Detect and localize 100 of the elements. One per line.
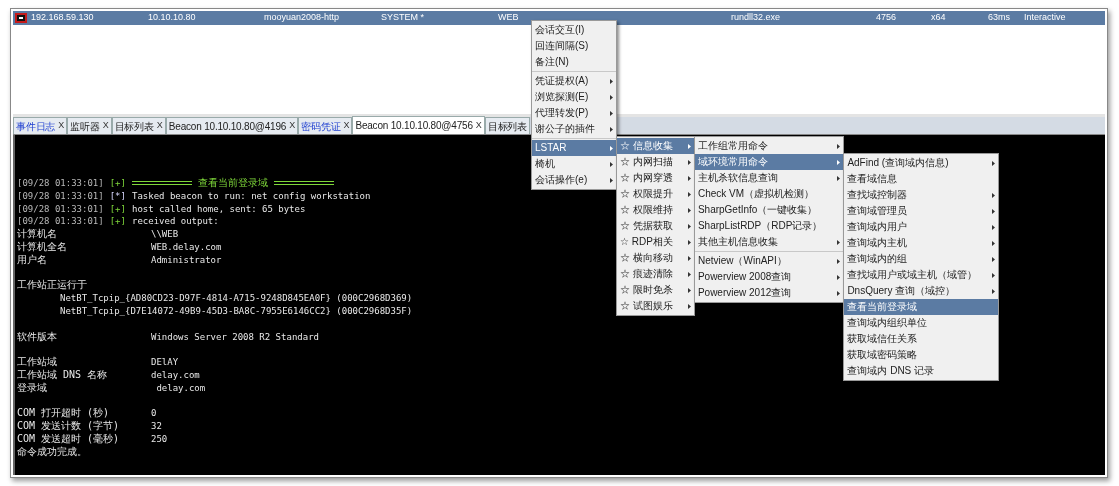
menu-item[interactable]: ☆ 权限维持 — [617, 202, 694, 218]
menu-item[interactable]: 工作组常用命令 — [694, 138, 844, 154]
output-label: COM 发送计数 (字节) — [17, 420, 120, 432]
menu-item[interactable]: 查询域内主机 — [844, 235, 999, 251]
close-tab-button[interactable]: X — [156, 119, 163, 133]
menu-item[interactable]: 查询域内组织单位 — [844, 315, 999, 331]
menu-item[interactable]: 查找域控制器 — [844, 187, 999, 203]
menu-item[interactable]: ☆ 内网扫描 — [617, 154, 694, 170]
log-message: Tasked beacon to run: net config workstation — [131, 189, 371, 203]
output-value: 250 — [151, 432, 168, 446]
log-banner-title: 查看当前登录域 — [197, 177, 268, 190]
output-label: 计算机全名 — [17, 241, 67, 252]
table-cell: 10.10.10.80 — [148, 12, 196, 23]
menu-item[interactable]: 查看当前登录域 — [844, 299, 999, 315]
output-value: 32 — [151, 420, 162, 433]
menu-item[interactable]: 备注(N) — [532, 54, 616, 70]
output-value: Administrator — [151, 253, 222, 267]
table-cell: x64 — [931, 12, 946, 23]
log-marker: [+] — [109, 215, 126, 229]
menu-item[interactable]: 其他主机信息收集 — [694, 234, 844, 250]
menu-item[interactable]: ☆ 凭据获取 — [617, 218, 694, 234]
output-label: 登录域 — [17, 381, 47, 393]
output-label: 工作站域 DNS 名称 — [17, 368, 108, 380]
log-timestamp: [09/28 01:33:01] — [17, 189, 104, 203]
output-text: NetBT_Tcpip_{AD80CD23-D97F-4814-A715-9248D845EA0F} (000C2968D369) — [60, 293, 413, 304]
tab[interactable]: Beacon 10.10.10.80@4756 X — [352, 116, 485, 134]
output-label: 软件版本 — [17, 330, 57, 342]
menu-item[interactable]: 椅机 — [532, 156, 616, 172]
tab-label: 监听器 — [70, 119, 100, 134]
log-message: host called home, sent: 65 bytes — [131, 202, 306, 216]
menu-item[interactable]: SharpListRDP（RDP记录） — [694, 218, 844, 234]
log-timestamp: [09/28 01:33:01] — [17, 177, 104, 190]
menu-item[interactable]: ☆ 权限提升 — [617, 186, 694, 202]
menu-item[interactable]: 获取域信任关系 — [844, 331, 999, 347]
menu-item[interactable]: 代理转发(P) — [532, 105, 616, 121]
tab[interactable]: 监听器 X — [67, 117, 112, 134]
log-marker: [+] — [109, 177, 126, 190]
close-tab-button[interactable]: X — [343, 119, 350, 133]
tab[interactable]: Beacon 10.10.10.80@4196 X — [165, 117, 299, 134]
menu-item[interactable]: DnsQuery 查询（域控） — [844, 283, 999, 299]
close-tab-button[interactable]: X — [289, 119, 296, 133]
menu-item[interactable]: 会话交互(I) — [532, 22, 616, 38]
menu-item[interactable]: ☆ 试图娱乐 — [617, 298, 694, 314]
menu-item[interactable]: Netview（WinAPI） — [694, 253, 844, 269]
menu-item[interactable]: 查找域用户或域主机（域管） — [844, 267, 999, 283]
computer-icon — [15, 13, 27, 23]
tab[interactable]: 密码凭证 X — [298, 117, 353, 134]
menu-item[interactable]: 谢公子的插件 — [532, 121, 616, 137]
menu-item[interactable]: ☆ 信息收集 — [617, 138, 694, 154]
menu-item[interactable]: 获取域密码策略 — [844, 347, 999, 363]
tab-label: Beacon 10.10.10.80@4196 — [168, 119, 287, 134]
tab-label: 事件日志 — [16, 119, 56, 134]
table-cell: SYSTEM * — [381, 12, 424, 23]
menu-item[interactable]: ☆ 痕迹清除 — [617, 266, 694, 282]
output-label: COM 打开超时 (秒) — [17, 407, 110, 419]
tab[interactable]: 目标列表 X — [111, 117, 166, 134]
output-value: DElAY — [151, 356, 179, 369]
output-text: NetBT_Tcpip_{D7E14072-49B9-45D3-BA8C-7955E6146CC2} (000C2968D35F) — [60, 305, 413, 316]
menu-item[interactable]: Powerview 2012查询 — [694, 285, 844, 301]
menu-item[interactable]: Check VM（虚拟机检测） — [694, 186, 844, 202]
session-row[interactable]: 192.168.59.130 10.10.10.80 mooyuan2008-http SYSTEM * WEB rundll32.exe 4756 x64 63ms Interactive — [13, 11, 1105, 25]
close-tab-button[interactable]: X — [475, 118, 482, 133]
menu-item[interactable]: ☆ RDP相关 — [617, 234, 694, 250]
menu-item[interactable]: 查询域内用户 — [844, 219, 999, 235]
output-value: WEB.delay.com — [151, 241, 222, 254]
menu-item[interactable]: 凭证提权(A) — [532, 73, 616, 89]
table-cell: WEB — [498, 12, 519, 23]
menu-item[interactable]: LSTAR — [532, 140, 616, 156]
close-tab-button[interactable]: X — [102, 119, 109, 133]
menu-item[interactable]: 查询域内 DNS 记录 — [844, 363, 999, 379]
table-cell: rundll32.exe — [731, 12, 781, 23]
tab[interactable]: 事件日志 X — [13, 117, 68, 134]
menu-item[interactable]: 浏览探测(E) — [532, 89, 616, 105]
table-cell: 4756 — [876, 12, 897, 23]
menu-item[interactable]: 查看域信息 — [844, 171, 999, 187]
output-label: 工作站域 — [17, 356, 57, 368]
table-cell: 192.168.59.130 — [31, 12, 94, 23]
log-message: received output: — [131, 215, 219, 229]
menu-item[interactable]: 回连间隔(S) — [532, 38, 616, 54]
menu-item[interactable]: AdFind (查询域内信息) — [844, 155, 999, 171]
output-label: COM 发送超时 (毫秒) — [17, 432, 120, 444]
menu-item[interactable]: 查询域内的组 — [844, 251, 999, 267]
tab-label: Beacon 10.10.10.80@4756 — [355, 119, 473, 133]
log-marker: [+] — [109, 202, 126, 216]
log-timestamp: [09/28 01:33:01] — [17, 215, 104, 228]
output-value: delay.com — [155, 381, 206, 395]
menu-item[interactable]: ☆ 内网穿透 — [617, 170, 694, 186]
tab-label: 目标列表 — [114, 119, 154, 134]
log-timestamp: [09/28 01:33:01] — [17, 202, 104, 216]
menu-item[interactable]: ☆ 限时免杀 — [617, 282, 694, 298]
menu-item[interactable]: 查询域管理员 — [844, 203, 999, 219]
menu-item[interactable]: SharpGetInfo（一键收集） — [694, 202, 844, 218]
menu-item[interactable]: Powerview 2008查询 — [694, 269, 844, 285]
menu-item[interactable]: 主机杀软信息查询 — [694, 170, 844, 186]
close-tab-button[interactable]: X — [58, 119, 65, 133]
menu-item[interactable]: ☆ 横向移动 — [617, 250, 694, 266]
menu-item[interactable]: 域环境常用命令 — [694, 154, 844, 170]
output-label: 计算机名 — [17, 228, 57, 240]
menu-item[interactable]: 会话操作(e) — [532, 172, 616, 188]
table-cell: mooyuan2008-http — [264, 12, 340, 23]
